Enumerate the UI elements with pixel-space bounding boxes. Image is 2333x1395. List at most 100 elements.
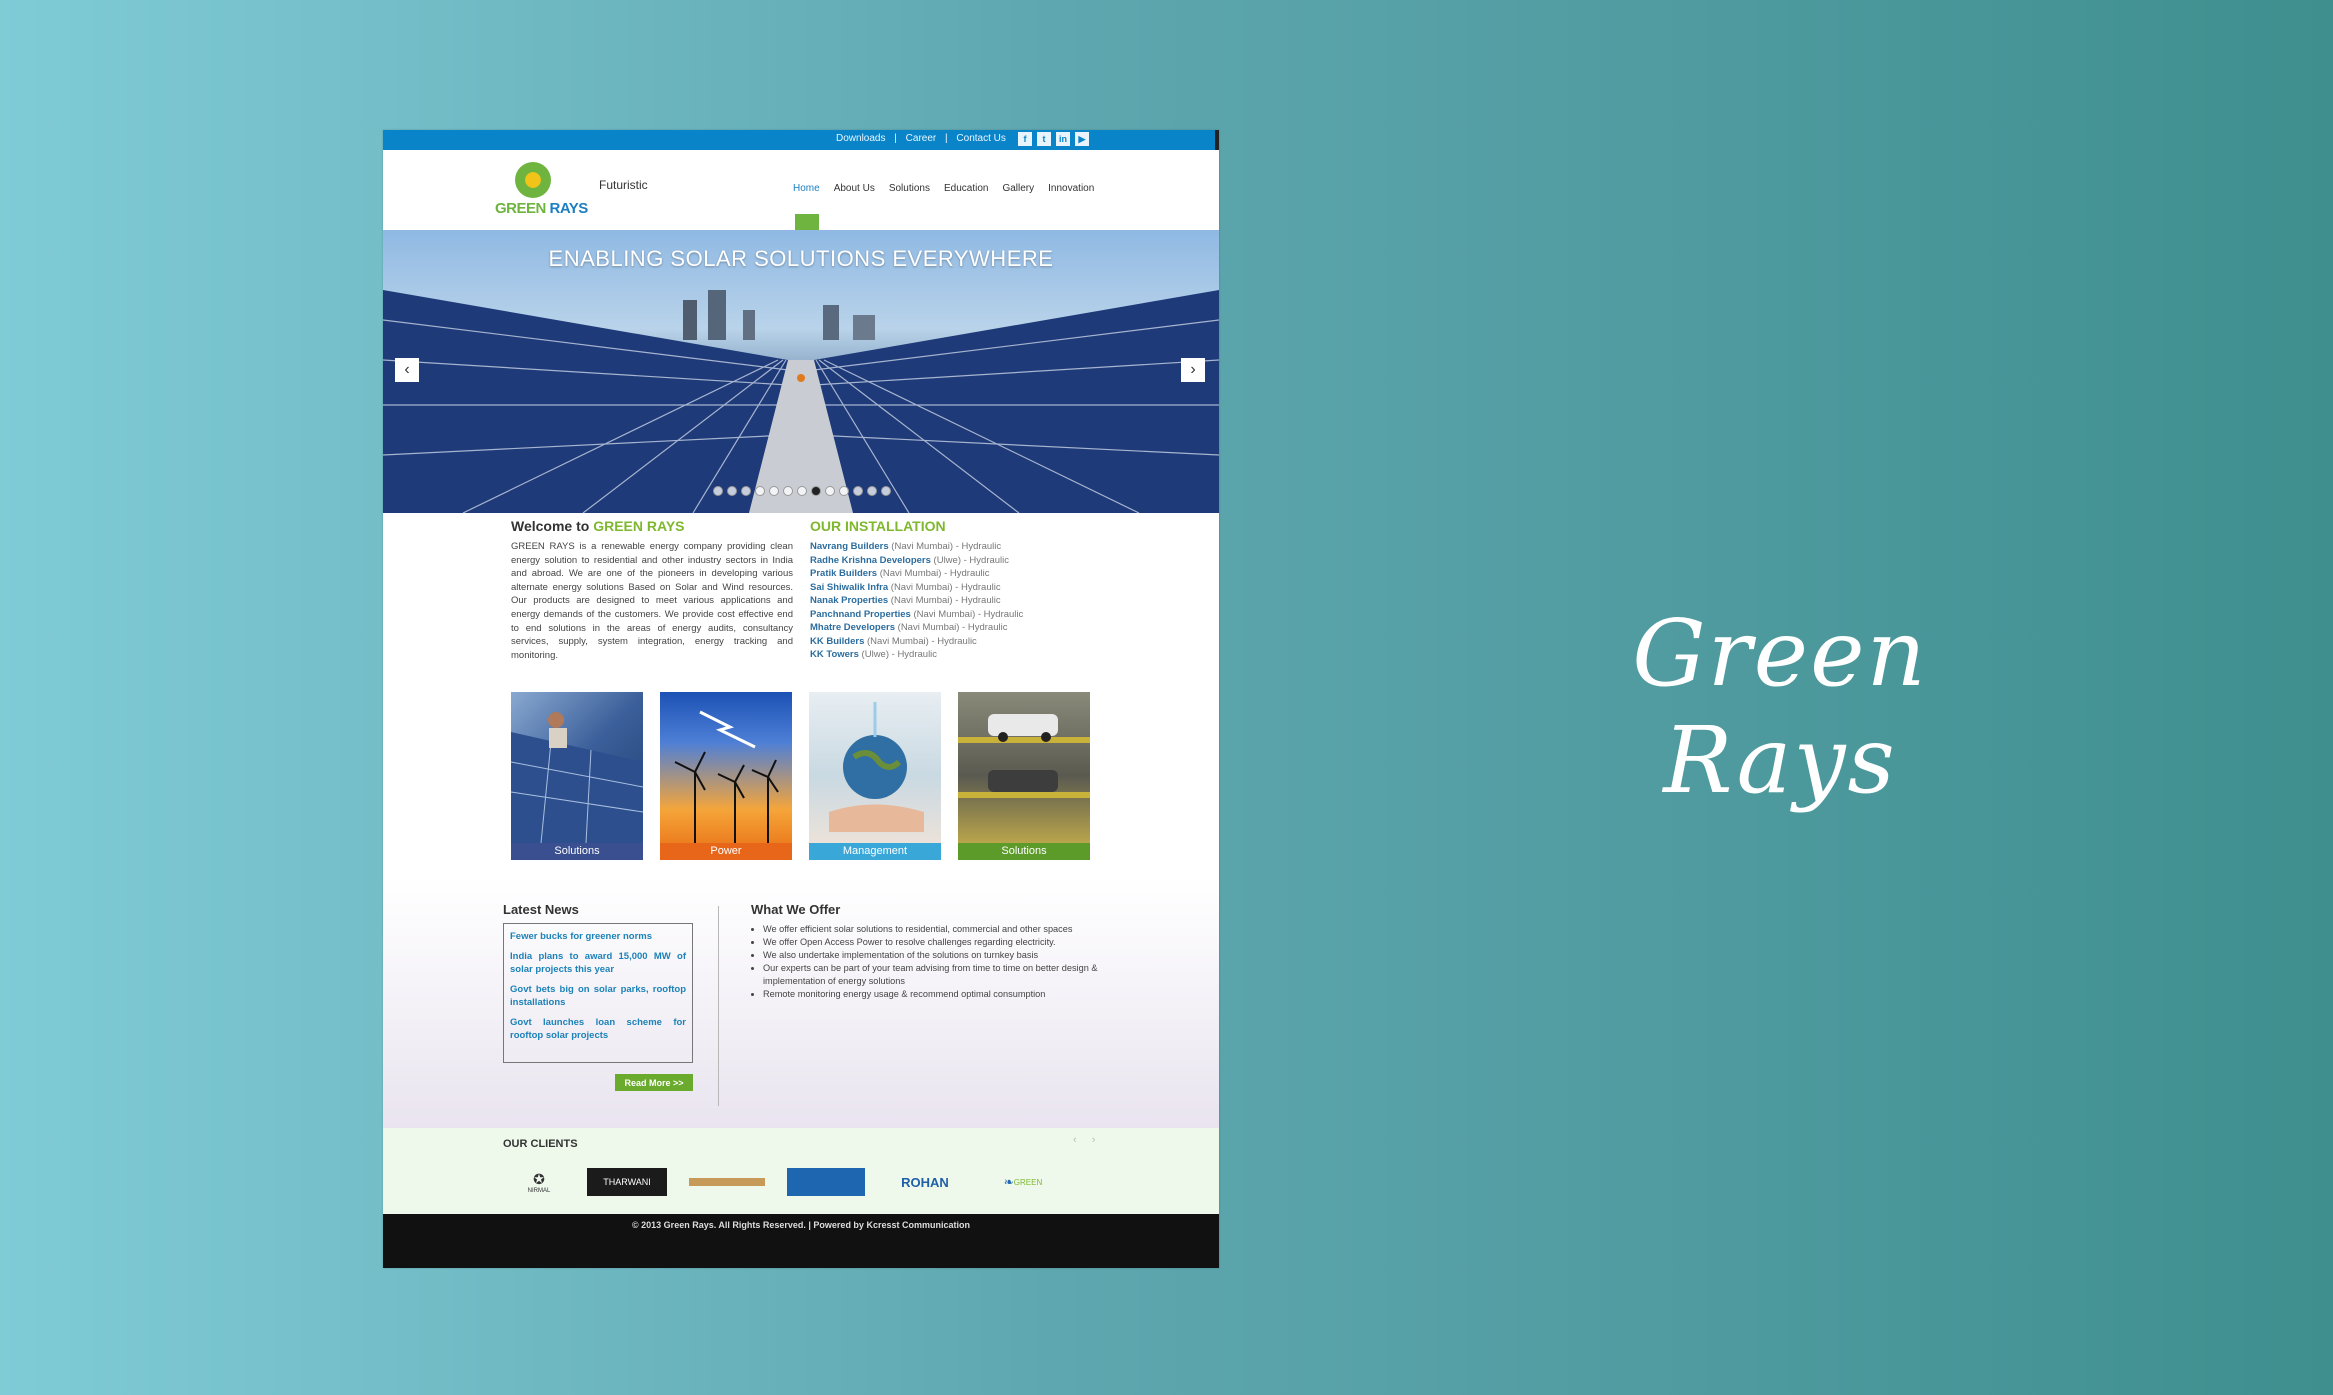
- read-more-button[interactable]: Read More >>: [615, 1074, 693, 1091]
- youtube-icon[interactable]: ▶: [1075, 132, 1089, 146]
- installation-section: OUR INSTALLATION Navrang Builders (Navi …: [810, 518, 1070, 662]
- slide-dot[interactable]: [881, 486, 891, 496]
- tile-power[interactable]: Power: [660, 692, 792, 860]
- clients-heading: OUR CLIENTS: [503, 1138, 578, 1150]
- welcome-heading: Welcome to GREEN RAYS: [511, 518, 793, 534]
- nav-about-us[interactable]: About Us: [834, 183, 875, 194]
- top-links: Downloads | Career | Contact Us: [833, 133, 1009, 144]
- site-logo[interactable]: GREEN RAYS: [495, 162, 595, 222]
- career-link[interactable]: Career: [903, 133, 940, 144]
- what-we-offer-heading: What We Offer: [751, 902, 841, 917]
- slide-dot[interactable]: [727, 486, 737, 496]
- offer-item: Our experts can be part of your team adv…: [763, 962, 1111, 988]
- logo-word-rays: RAYS: [549, 200, 589, 217]
- tile-solutions[interactable]: Solutions: [511, 692, 643, 860]
- installation-row: KK Builders (Navi Mumbai) - Hydraulic: [810, 635, 1070, 649]
- installation-detail: (Navi Mumbai) - Hydraulic: [888, 581, 1001, 593]
- offer-item: Remote monitoring energy usage & recomme…: [763, 988, 1111, 1001]
- nirmal-emblem-icon: ✪: [533, 1170, 545, 1187]
- slide-dot[interactable]: [755, 486, 765, 496]
- logo-word-green: GREEN: [495, 200, 546, 217]
- section-divider: [718, 906, 719, 1106]
- installation-name: KK Builders: [810, 635, 865, 647]
- news-box: Fewer bucks for greener norms India plan…: [503, 923, 693, 1063]
- tile-solutions-label: Solutions: [511, 843, 643, 860]
- installation-list: Navrang Builders (Navi Mumbai) - Hydraul…: [810, 540, 1070, 662]
- installation-name: Sai Shiwalik Infra: [810, 581, 889, 593]
- installation-row: Radhe Krishna Developers (Ulwe) - Hydrau…: [810, 554, 1070, 568]
- installation-row: Nanak Properties (Navi Mumbai) - Hydraul…: [810, 594, 1070, 608]
- installation-row: Panchnand Properties (Navi Mumbai) - Hyd…: [810, 608, 1070, 622]
- news-item[interactable]: India plans to award 15,000 MW of solar …: [510, 950, 686, 976]
- slide-dot[interactable]: [825, 486, 835, 496]
- installation-row: Pratik Builders (Navi Mumbai) - Hydrauli…: [810, 567, 1070, 581]
- wind-turbines-image: [674, 710, 779, 843]
- slide-dot[interactable]: [797, 486, 807, 496]
- installation-row: KK Towers (Ulwe) - Hydraulic: [810, 648, 1070, 662]
- client-logos: ✪ NIRMAL THARWANI ROHAN ❧ GREEN: [511, 1168, 1061, 1196]
- installation-heading: OUR INSTALLATION: [810, 518, 946, 534]
- client-logo-nirmal-text: NIRMAL: [527, 1187, 551, 1194]
- nav-solutions[interactable]: Solutions: [889, 183, 930, 194]
- solar-panels-image: [383, 290, 1219, 513]
- nav-home[interactable]: Home: [793, 183, 820, 194]
- client-logo-3: [687, 1168, 767, 1196]
- prev-slide-button[interactable]: ‹: [395, 358, 419, 382]
- linkedin-icon[interactable]: in: [1056, 132, 1070, 146]
- twitter-icon[interactable]: t: [1037, 132, 1051, 146]
- clients-section: OUR CLIENTS ‹ › ✪ NIRMAL THARWANI ROHAN …: [383, 1128, 1219, 1214]
- slide-dot[interactable]: [713, 486, 723, 496]
- installation-name: Nanak Properties: [810, 595, 889, 606]
- tile-power-label: Power: [660, 843, 792, 860]
- client-logo-green: ❧ GREEN: [985, 1168, 1061, 1196]
- nav-innovation[interactable]: Innovation: [1048, 183, 1094, 194]
- what-we-offer: What We Offer We offer efficient solar s…: [751, 902, 1111, 1001]
- nav-gallery[interactable]: Gallery: [1002, 183, 1034, 194]
- installation-detail: (Navi Mumbai) - Hydraulic: [888, 541, 1002, 552]
- website-screenshot: Downloads | Career | Contact Us f t in ▶…: [383, 130, 1219, 1268]
- site-header: GREEN RAYS Futuristic Home About Us Solu…: [383, 150, 1219, 230]
- client-logo-rohan: ROHAN: [885, 1168, 965, 1196]
- offer-list: We offer efficient solar solutions to re…: [751, 923, 1111, 1001]
- news-item[interactable]: Govt bets big on solar parks, rooftop in…: [510, 983, 686, 1009]
- client-logo-nirmal: ✪ NIRMAL: [511, 1168, 567, 1196]
- main-nav: Home About Us Solutions Education Galler…: [793, 183, 1094, 194]
- site-footer: © 2013 Green Rays. All Rights Reserved. …: [383, 1214, 1219, 1268]
- slider-heading: ENABLING SOLAR SOLUTIONS EVERYWHERE: [548, 246, 1054, 271]
- client-logo-tharwani: THARWANI: [587, 1168, 667, 1196]
- installation-name: Pratik Builders: [810, 568, 878, 579]
- separator: |: [894, 133, 897, 144]
- offer-item: We offer efficient solar solutions to re…: [763, 923, 1111, 936]
- welcome-heading-brand: GREEN RAYS: [593, 518, 685, 534]
- client-logo-4: [787, 1168, 865, 1196]
- installation-detail: (Navi Mumbai) - Hydraulic: [877, 568, 990, 579]
- news-item[interactable]: Fewer bucks for greener norms: [510, 930, 686, 943]
- slide-dot[interactable]: [741, 486, 751, 496]
- installation-name: Navrang Builders: [810, 541, 889, 552]
- nav-education[interactable]: Education: [944, 183, 988, 194]
- installation-name: KK Towers: [810, 649, 859, 660]
- slide-dot[interactable]: [867, 486, 877, 496]
- contact-us-link[interactable]: Contact Us: [953, 133, 1008, 144]
- offer-item: We offer Open Access Power to resolve ch…: [763, 936, 1111, 949]
- installation-detail: (Ulwe) - Hydraulic: [930, 554, 1010, 566]
- tile-management[interactable]: Management: [809, 692, 941, 860]
- installation-name: Radhe Krishna Developers: [810, 554, 931, 566]
- downloads-link[interactable]: Downloads: [833, 133, 888, 144]
- slide-dot[interactable]: [783, 486, 793, 496]
- slide-dots: [713, 486, 891, 496]
- next-slide-button[interactable]: ›: [1181, 358, 1205, 382]
- leaf-icon: ❧: [1003, 1175, 1014, 1189]
- slide-dot[interactable]: [853, 486, 863, 496]
- tile-parking-solutions[interactable]: Solutions: [958, 692, 1090, 860]
- client-carousel-arrows[interactable]: ‹ ›: [1073, 1134, 1101, 1146]
- separator: |: [945, 133, 948, 144]
- slide-dot[interactable]: [769, 486, 779, 496]
- news-item[interactable]: Govt launches loan scheme for rooftop so…: [510, 1016, 686, 1042]
- slide-dot[interactable]: [811, 486, 821, 496]
- slide-dot[interactable]: [839, 486, 849, 496]
- facebook-icon[interactable]: f: [1018, 132, 1032, 146]
- client-logo-tharwani-text: THARWANI: [603, 1177, 651, 1187]
- showcase-title: Green Rays: [1632, 600, 1928, 814]
- active-nav-indicator: [795, 214, 819, 230]
